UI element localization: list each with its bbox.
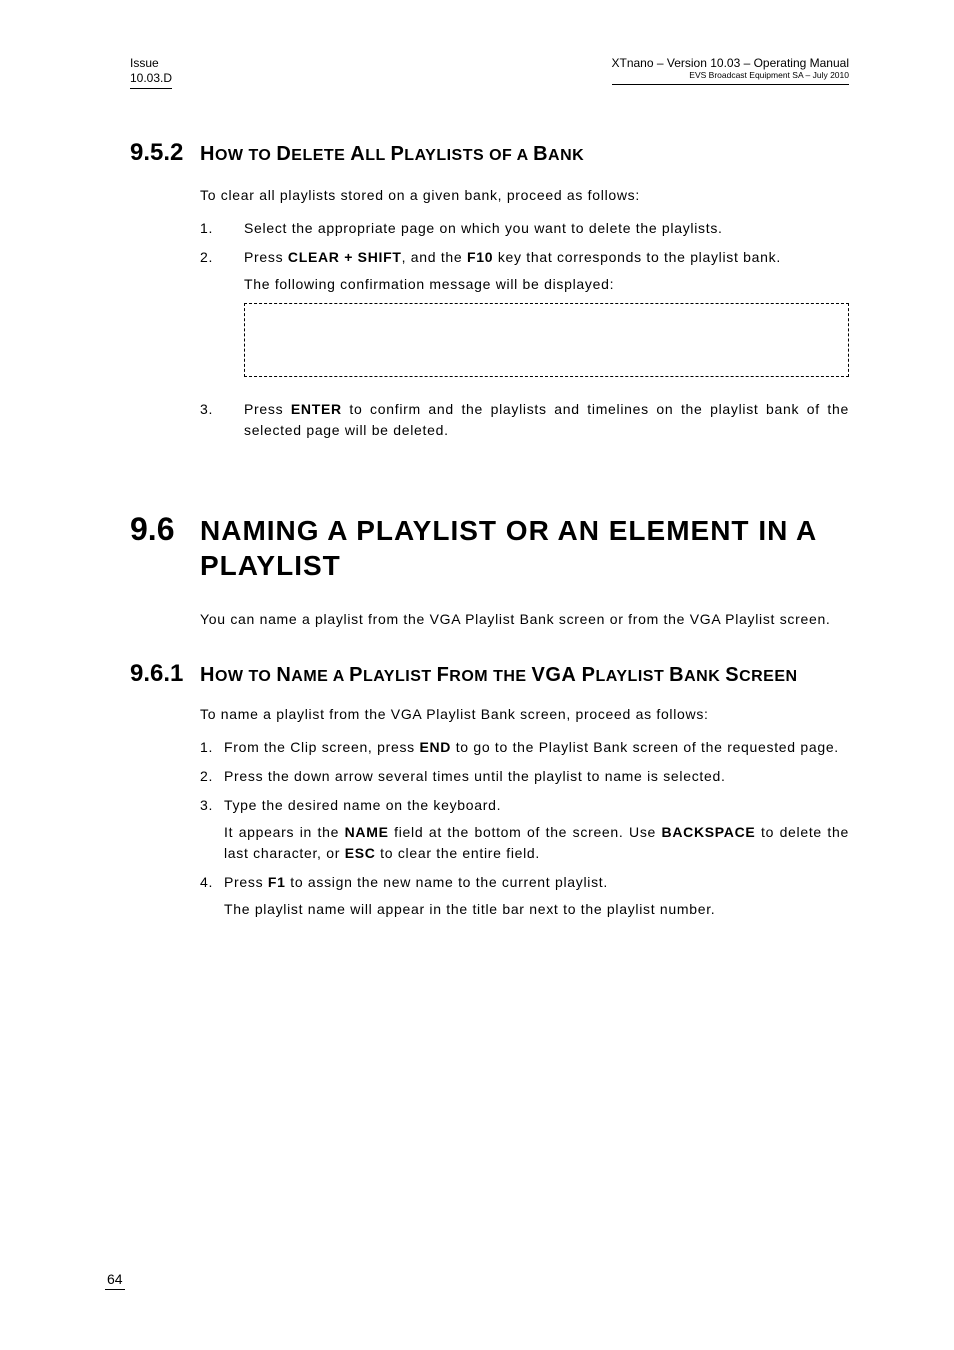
intro-text: To name a playlist from the VGA Playlist… bbox=[200, 704, 849, 725]
section-9-6-1-body: To name a playlist from the VGA Playlist… bbox=[200, 704, 849, 920]
heading-9-6: 9.6 NAMING A PLAYLIST OR AN ELEMENT IN A… bbox=[130, 511, 849, 583]
step-subtext: It appears in the NAME field at the bott… bbox=[224, 822, 849, 864]
heading-9-6-1: 9.6.1 HOW TO NAME A PLAYLIST FROM THE VG… bbox=[130, 660, 849, 688]
step-text: Press the down arrow several times until… bbox=[224, 766, 849, 787]
step-text: From the Clip screen, press END to go to… bbox=[224, 737, 849, 758]
step-text: Press CLEAR + SHIFT, and the F10 key tha… bbox=[244, 247, 849, 391]
step-text: Press F1 to assign the new name to the c… bbox=[224, 872, 849, 920]
step-subtext: The playlist name will appear in the tit… bbox=[224, 899, 849, 920]
step-text: Press ENTER to confirm and the playlists… bbox=[244, 399, 849, 441]
intro-text: To clear all playlists stored on a given… bbox=[200, 185, 849, 206]
procedure-list: 1. Select the appropriate page on which … bbox=[200, 218, 849, 441]
step-subtext: The following confirmation message will … bbox=[244, 274, 849, 295]
list-item: 2. Press CLEAR + SHIFT, and the F10 key … bbox=[200, 247, 849, 391]
product-subtitle: EVS Broadcast Equipment SA – July 2010 bbox=[612, 70, 850, 85]
heading-number: 9.5.2 bbox=[130, 139, 200, 167]
issue-value: 10.03.D bbox=[130, 71, 172, 85]
step-text: Type the desired name on the keyboard. I… bbox=[224, 795, 849, 864]
list-item: 3. Type the desired name on the keyboard… bbox=[200, 795, 849, 864]
list-item: 2. Press the down arrow several times un… bbox=[200, 766, 849, 787]
page-header: Issue 10.03.D XTnano – Version 10.03 – O… bbox=[130, 56, 849, 89]
header-issue: Issue 10.03.D bbox=[130, 56, 172, 89]
section-9-5-2-body: To clear all playlists stored on a given… bbox=[200, 185, 849, 441]
list-item: 1. Select the appropriate page on which … bbox=[200, 218, 849, 239]
list-item: 4. Press F1 to assign the new name to th… bbox=[200, 872, 849, 920]
heading-9-5-2: 9.5.2 HOW TO DELETE ALL PLAYLISTS OF A B… bbox=[130, 139, 849, 167]
product-title: XTnano – Version 10.03 – Operating Manua… bbox=[612, 56, 850, 70]
heading-title: HOW TO DELETE ALL PLAYLISTS OF A BANK bbox=[200, 143, 584, 166]
intro-text: You can name a playlist from the VGA Pla… bbox=[200, 609, 849, 630]
heading-number: 9.6 bbox=[130, 511, 200, 548]
heading-title: NAMING A PLAYLIST OR AN ELEMENT IN A PLA… bbox=[200, 513, 849, 583]
list-item: 3. Press ENTER to confirm and the playli… bbox=[200, 399, 849, 441]
issue-label: Issue bbox=[130, 56, 159, 70]
confirmation-box-placeholder bbox=[244, 303, 849, 377]
step-text: Select the appropriate page on which you… bbox=[244, 218, 849, 239]
procedure-list: 1. From the Clip screen, press END to go… bbox=[200, 737, 849, 920]
header-product: XTnano – Version 10.03 – Operating Manua… bbox=[612, 56, 850, 85]
list-item: 1. From the Clip screen, press END to go… bbox=[200, 737, 849, 758]
page-footer: 64 bbox=[105, 1271, 125, 1290]
page-number: 64 bbox=[105, 1271, 125, 1290]
heading-number: 9.6.1 bbox=[130, 660, 200, 688]
heading-title: HOW TO NAME A PLAYLIST FROM THE VGA PLAY… bbox=[200, 662, 798, 688]
section-9-6-body: You can name a playlist from the VGA Pla… bbox=[200, 609, 849, 630]
